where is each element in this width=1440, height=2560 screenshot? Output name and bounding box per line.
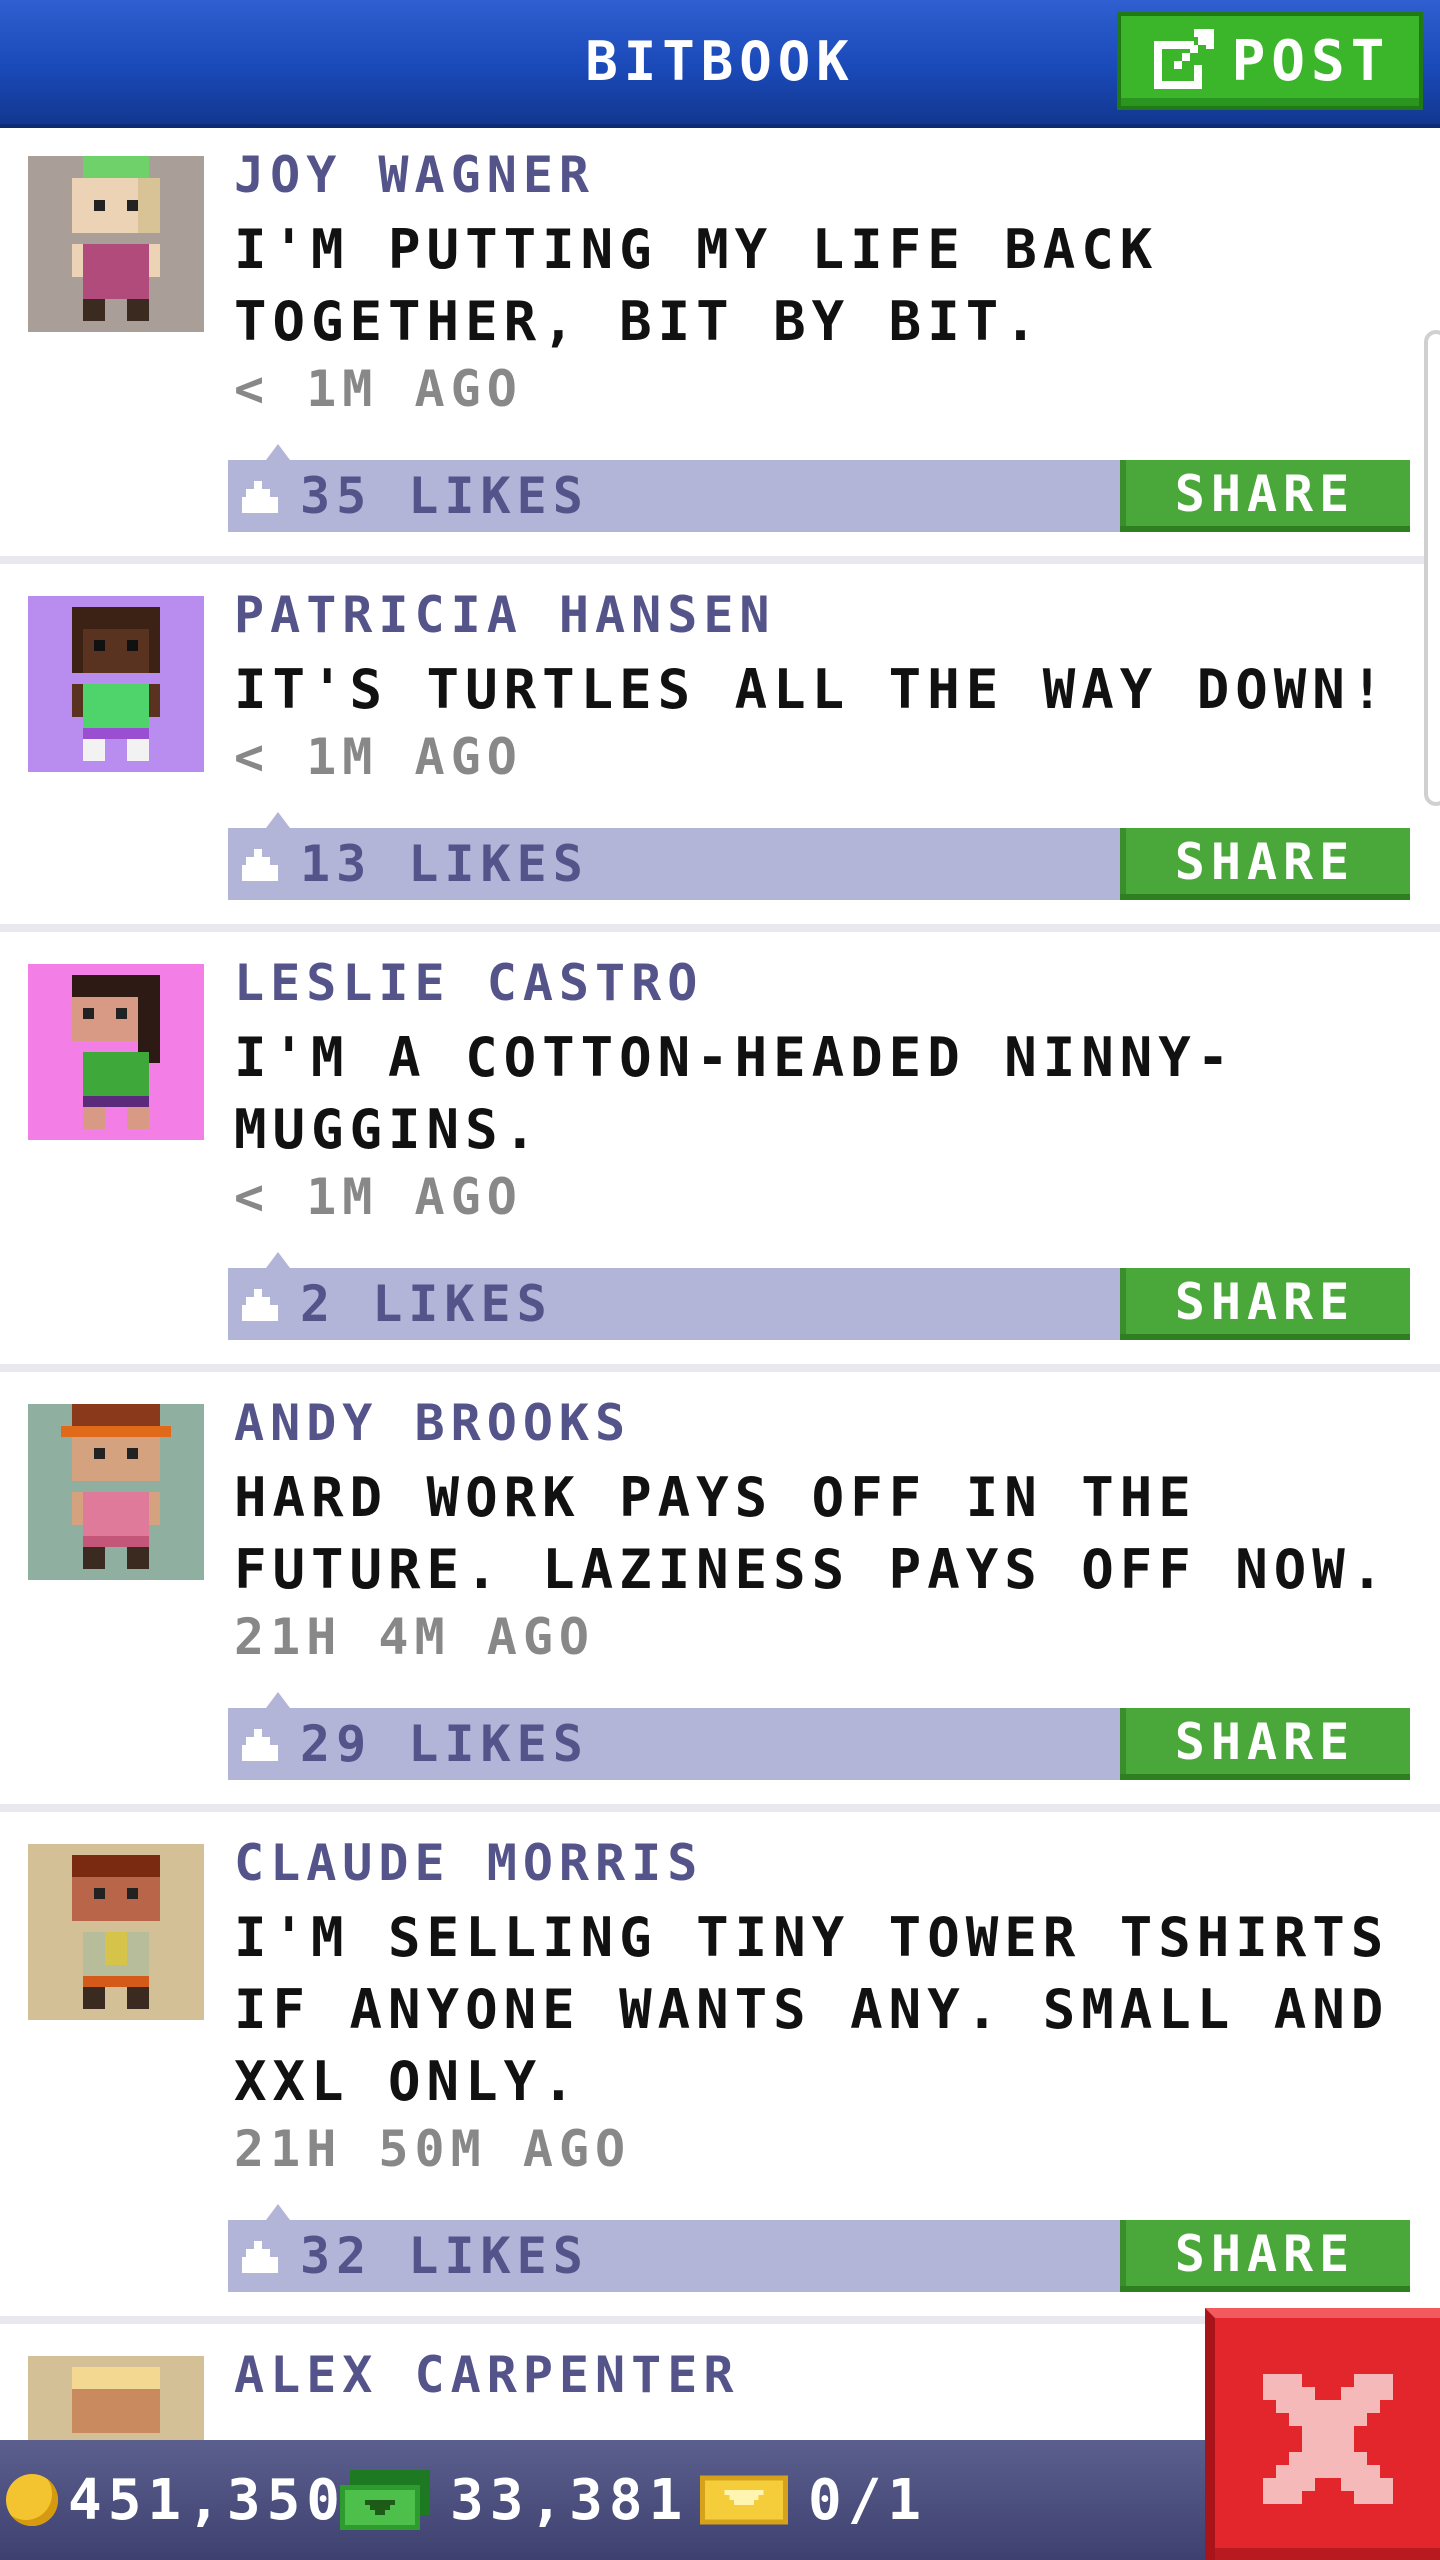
post-text: HARD WORK PAYS OFF IN THE FUTURE. LAZINE… — [234, 1466, 1390, 1601]
post-time: < 1M AGO — [234, 728, 523, 786]
like-bar[interactable]: 13 LIKES SHARE — [228, 812, 1410, 900]
divider — [0, 1364, 1440, 1372]
post-text: I'M PUTTING MY LIFE BACK TOGETHER, BIT B… — [234, 218, 1159, 353]
edit-icon — [1153, 29, 1214, 89]
coins-value: 451,350 — [68, 2467, 347, 2533]
scrollbar[interactable] — [1424, 330, 1440, 806]
like-icon — [242, 2241, 278, 2273]
like-icon — [242, 481, 278, 513]
avatar[interactable] — [28, 964, 204, 1140]
close-button[interactable] — [1205, 2308, 1440, 2560]
post-author: CLAUDE MORRIS — [234, 1834, 704, 1892]
avatar[interactable] — [28, 1404, 204, 1580]
post-author: PATRICIA HANSEN — [234, 586, 776, 644]
tickets-counter: 0/1 — [700, 2440, 927, 2560]
divider — [0, 924, 1440, 932]
like-icon — [242, 1729, 278, 1761]
like-bar[interactable]: 32 LIKES SHARE — [228, 2204, 1410, 2292]
post-author: JOY WAGNER — [234, 146, 596, 204]
like-icon — [242, 849, 278, 881]
tickets-value: 0/1 — [808, 2467, 928, 2533]
post-time: 21H 50M AGO — [234, 2120, 632, 2178]
share-button[interactable]: SHARE — [1120, 2220, 1410, 2292]
divider — [0, 556, 1440, 564]
post-label: POST — [1231, 28, 1391, 94]
post-author: ANDY BROOKS — [234, 1394, 632, 1452]
like-count: 29 LIKES — [300, 1715, 589, 1773]
post-text: I'M SELLING TINY TOWER TSHIRTS IF ANYONE… — [234, 1906, 1390, 2113]
post-time: < 1M AGO — [234, 360, 523, 418]
bux-value: 33,381 — [450, 2467, 689, 2533]
like-bar[interactable]: 2 LIKES SHARE — [228, 1252, 1410, 1340]
like-count: 2 LIKES — [300, 1275, 553, 1333]
post-time: 21H 4M AGO — [234, 1608, 596, 1666]
post-author: ALEX CARPENTER — [234, 2346, 740, 2404]
post-text: IT'S TURTLES ALL THE WAY DOWN! — [234, 658, 1390, 721]
like-count: 13 LIKES — [300, 835, 589, 893]
share-button[interactable]: SHARE — [1120, 1708, 1410, 1780]
coin-icon — [6, 2474, 58, 2526]
feed-list[interactable]: JOY WAGNER I'M PUTTING MY LIFE BACK TOGE… — [0, 124, 1440, 2440]
like-count: 35 LIKES — [300, 467, 589, 525]
header-bar: BITBOOK POST — [0, 0, 1440, 128]
post-button[interactable]: POST — [1117, 12, 1423, 110]
like-bar[interactable]: 29 LIKES SHARE — [228, 1692, 1410, 1780]
like-icon — [242, 1289, 278, 1321]
like-count: 32 LIKES — [300, 2227, 589, 2285]
share-button[interactable]: SHARE — [1120, 1268, 1410, 1340]
golden-ticket-icon — [700, 2475, 788, 2525]
close-icon — [1262, 2374, 1393, 2504]
post-text: I'M A COTTON-HEADED NINNY-MUGGINS. — [234, 1026, 1236, 1161]
like-bar[interactable]: 35 LIKES SHARE — [228, 444, 1410, 532]
avatar[interactable] — [28, 156, 204, 332]
avatar[interactable] — [28, 2356, 204, 2440]
bux-icon — [340, 2470, 430, 2530]
coins-counter: 451,350 — [6, 2440, 346, 2560]
bux-counter: 33,381 — [340, 2440, 688, 2560]
post-time: < 1M AGO — [234, 1168, 523, 1226]
avatar[interactable] — [28, 596, 204, 772]
share-button[interactable]: SHARE — [1120, 460, 1410, 532]
post-author: LESLIE CASTRO — [234, 954, 704, 1012]
avatar[interactable] — [28, 1844, 204, 2020]
share-button[interactable]: SHARE — [1120, 828, 1410, 900]
divider — [0, 1804, 1440, 1812]
